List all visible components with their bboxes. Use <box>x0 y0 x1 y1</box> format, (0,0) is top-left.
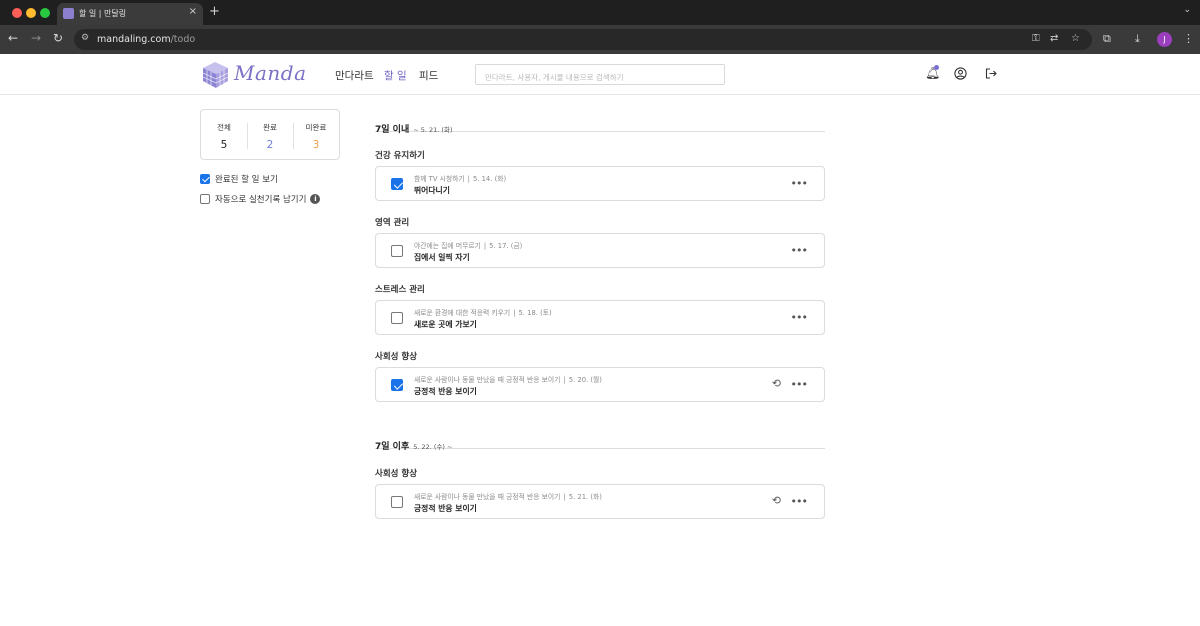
nav-todo[interactable]: 할 일 <box>384 68 407 83</box>
stat-value: 3 <box>312 139 320 151</box>
close-window-button[interactable] <box>12 8 22 18</box>
section-title: 7일 이내 <box>375 125 410 135</box>
goal-title: 사회성 향상 <box>375 469 418 479</box>
translate-icon[interactable]: ⇄ <box>1050 33 1058 44</box>
todo-meta: 새로운 사람이나 동물 만났을 때 긍정적 반응 보이기 | 5. 21. (화) <box>414 493 602 501</box>
todo-card[interactable]: 야간에는 집에 머무르기 | 5. 17. (금) 집에서 일찍 자기 ••• <box>375 233 825 268</box>
url-text[interactable]: mandaling.com/todo <box>97 34 195 45</box>
browser-tab[interactable]: 할 일 | 만달링 × <box>57 3 203 25</box>
todo-meta: 새로운 사람이나 동물 만났을 때 긍정적 반응 보이기 | 5. 20. (월) <box>414 376 602 384</box>
nav-feed[interactable]: 피드 <box>419 68 438 83</box>
stat-completed: 완료 2 <box>247 122 293 151</box>
goal-title: 스트레스 관리 <box>375 285 425 295</box>
todo-title: 집에서 일찍 자기 <box>414 253 470 262</box>
todo-checkbox[interactable] <box>391 379 403 391</box>
todo-title: 새로운 곳에 가보기 <box>414 320 477 329</box>
logout-icon[interactable] <box>985 68 997 79</box>
goal-title: 영역 관리 <box>375 218 410 228</box>
goal-title: 사회성 향상 <box>375 352 418 362</box>
reload-icon[interactable]: ↻ <box>53 31 63 45</box>
todo-checkbox[interactable] <box>391 178 403 190</box>
stat-value: 2 <box>266 139 274 151</box>
goal-title: 건강 유지하기 <box>375 151 425 161</box>
todo-meta: 야간에는 집에 머무르기 | 5. 17. (금) <box>414 242 523 250</box>
todo-meta: 새로운 환경에 대한 적응력 키우기 | 5. 18. (토) <box>414 309 552 317</box>
todo-checkbox[interactable] <box>391 312 403 324</box>
site-settings-icon[interactable]: ⚙ <box>81 33 89 43</box>
stat-incomplete: 미완료 3 <box>293 122 339 151</box>
maximize-window-button[interactable] <box>40 8 50 18</box>
auto-record-checkbox[interactable] <box>200 194 210 204</box>
profile-avatar[interactable]: J <box>1157 32 1172 47</box>
browser-toolbar: ← → ↻ ⚙ mandaling.com/todo ⚿ ⇄ ☆ ⧉ ⤓ J ⋮ <box>0 25 1200 54</box>
browser-tab-strip: 할 일 | 만달링 × + ⌄ <box>0 0 1200 25</box>
todo-checkbox[interactable] <box>391 496 403 508</box>
todo-title: 긍정적 반응 보이기 <box>414 504 477 513</box>
user-icon[interactable] <box>954 67 967 80</box>
address-bar[interactable]: ⚙ mandaling.com/todo ⚿ ⇄ ☆ <box>74 29 1092 50</box>
site-header: Manda 만다라트 할 일 피드 🔔︎ <box>0 54 1200 95</box>
todo-checkbox[interactable] <box>391 245 403 257</box>
section-title: 7일 이후 <box>375 442 410 452</box>
minimize-window-button[interactable] <box>26 8 36 18</box>
auto-record-option[interactable]: 자동으로 실천기록 남기기 i <box>200 193 321 205</box>
password-key-icon[interactable]: ⚿ <box>1032 33 1040 44</box>
todo-card[interactable]: 새로운 사람이나 동물 만났을 때 긍정적 반응 보이기 | 5. 21. (화) … <box>375 484 825 519</box>
todo-stats-card: 전체 5 완료 2 미완료 3 <box>200 109 340 160</box>
info-icon[interactable]: i <box>310 194 321 204</box>
todo-title: 뛰어다니기 <box>414 186 450 195</box>
todo-card[interactable]: 함께 TV 시청하기 | 5. 14. (화) 뛰어다니기 ••• <box>375 166 825 201</box>
stat-label: 미완료 <box>305 123 327 132</box>
logo-wordmark[interactable]: Manda <box>234 61 307 85</box>
show-completed-checkbox[interactable] <box>200 174 210 184</box>
option-label[interactable]: 완료된 할 일 보기 <box>215 173 278 185</box>
todo-card[interactable]: 새로운 사람이나 동물 만났을 때 긍정적 반응 보이기 | 5. 20. (월) … <box>375 367 825 402</box>
stat-label: 완료 <box>263 123 277 132</box>
section-header-after-7-days: 7일 이후 5. 22. (수) ~ <box>375 434 825 452</box>
section-range: ~ 5. 21. (화) <box>413 126 453 134</box>
extensions-puzzle-icon[interactable]: ⧉ <box>1103 32 1111 46</box>
download-icon[interactable]: ⤓ <box>1135 32 1140 46</box>
favicon-icon <box>63 8 74 19</box>
repeat-icon[interactable]: ⟲ <box>772 377 781 390</box>
todo-title: 긍정적 반응 보이기 <box>414 387 477 396</box>
option-label[interactable]: 자동으로 실천기록 남기기 <box>215 193 306 205</box>
stat-label: 전체 <box>217 123 231 132</box>
browser-menu-icon[interactable]: ⋮ <box>1183 32 1194 45</box>
stat-total: 전체 5 <box>201 122 247 151</box>
tab-search-chevron-icon[interactable]: ⌄ <box>1183 5 1191 15</box>
tab-close-icon[interactable]: × <box>189 6 197 17</box>
more-icon[interactable]: ••• <box>791 378 808 391</box>
tab-title: 할 일 | 만달링 <box>79 9 127 18</box>
new-tab-button[interactable]: + <box>209 4 220 19</box>
bookmark-star-icon[interactable]: ☆ <box>1071 33 1080 44</box>
more-icon[interactable]: ••• <box>791 177 808 190</box>
stat-value: 5 <box>220 139 228 151</box>
nav-mandalart[interactable]: 만다라트 <box>335 68 374 83</box>
search-input[interactable] <box>476 68 724 87</box>
todo-meta: 함께 TV 시청하기 | 5. 14. (화) <box>414 175 507 183</box>
more-icon[interactable]: ••• <box>791 311 808 324</box>
todo-card[interactable]: 새로운 환경에 대한 적응력 키우기 | 5. 18. (토) 새로운 곳에 가보기… <box>375 300 825 335</box>
notification-dot <box>934 65 939 70</box>
show-completed-option[interactable]: 완료된 할 일 보기 <box>200 173 278 185</box>
forward-arrow-icon[interactable]: → <box>31 31 41 45</box>
back-arrow-icon[interactable]: ← <box>8 31 18 45</box>
more-icon[interactable]: ••• <box>791 244 808 257</box>
section-header-within-7-days: 7일 이내 ~ 5. 21. (화) <box>375 117 825 135</box>
section-range: 5. 22. (수) ~ <box>413 443 453 451</box>
search-box <box>475 64 725 87</box>
more-icon[interactable]: ••• <box>791 495 808 508</box>
repeat-icon[interactable]: ⟲ <box>772 494 781 507</box>
